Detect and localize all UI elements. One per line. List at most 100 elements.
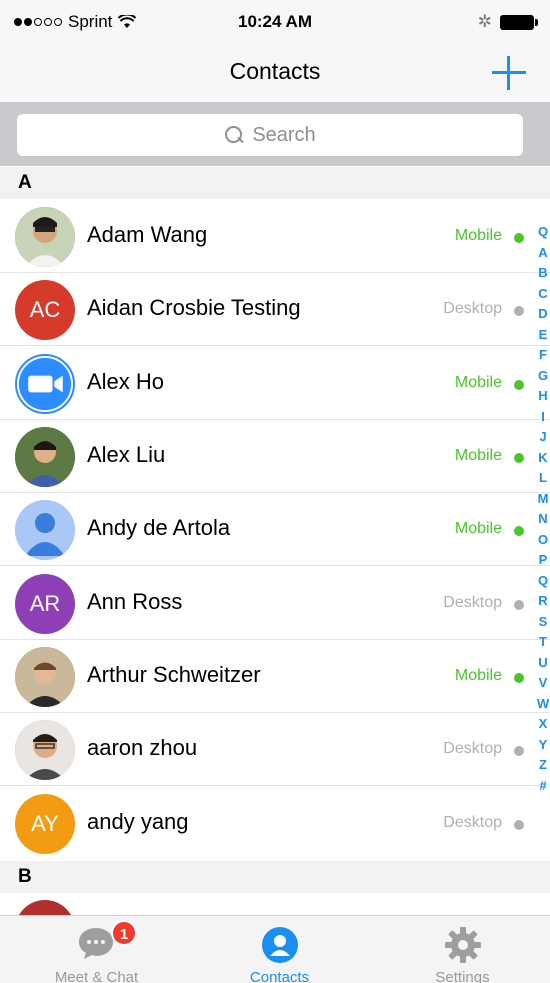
avatar-initials: AC	[29, 297, 61, 322]
section-header-a: A	[0, 167, 550, 199]
zoom-logo-icon	[18, 357, 72, 411]
contact-row-andy-yang[interactable]: AY andy yang Desktop	[0, 787, 550, 860]
tab-label: Meet & Chat	[54, 969, 139, 983]
contact-row-aaron-zhou[interactable]: aaron zhou Desktop	[0, 713, 550, 786]
index-letter[interactable]: #	[539, 776, 546, 797]
presence-dot	[514, 673, 524, 683]
presence-dot	[514, 746, 524, 756]
avatar	[15, 647, 75, 707]
avatar	[15, 720, 75, 780]
index-letter[interactable]: L	[539, 468, 547, 489]
contact-person-icon	[262, 927, 298, 963]
contact-row-adam-wang[interactable]: Adam Wang Mobile	[0, 200, 550, 273]
default-person-icon	[15, 500, 75, 560]
index-search-icon[interactable]: Q	[538, 222, 548, 243]
contact-name: aaron zhou	[87, 735, 198, 760]
contact-row-partial[interactable]	[0, 893, 550, 915]
index-letter[interactable]: G	[538, 366, 548, 387]
avatar	[15, 207, 75, 267]
contact-name: Arthur Schweitzer	[87, 662, 261, 687]
avatar-initials: AR	[29, 591, 61, 616]
index-letter[interactable]: O	[538, 530, 548, 551]
index-letter[interactable]: W	[537, 694, 549, 715]
avatar	[15, 427, 75, 487]
index-letter[interactable]: P	[539, 550, 548, 571]
contact-name: Alex Ho	[87, 369, 165, 394]
tab-contacts[interactable]: Contacts	[188, 916, 371, 983]
index-letter[interactable]: N	[538, 509, 547, 530]
presence-label: Mobile	[454, 667, 502, 684]
index-letter[interactable]: H	[538, 386, 547, 407]
index-letter[interactable]: Q	[538, 571, 548, 592]
contact-row-aidan-crosbie-testing[interactable]: AC Aidan Crosbie Testing Desktop	[0, 273, 550, 346]
avatar	[15, 900, 75, 915]
contact-row-andy-de-artola[interactable]: Andy de Artola Mobile	[0, 493, 550, 566]
avatar: AR	[15, 574, 75, 634]
presence-label: Mobile	[454, 520, 502, 537]
index-letter[interactable]: T	[539, 632, 547, 653]
presence-dot	[514, 453, 524, 463]
index-letter[interactable]: K	[538, 448, 547, 469]
index-letter[interactable]: X	[539, 714, 548, 735]
contact-name: Aidan Crosbie Testing	[87, 295, 301, 320]
index-letter[interactable]: Z	[539, 755, 547, 776]
index-letter[interactable]: A	[538, 243, 547, 264]
index-letter[interactable]: J	[539, 427, 546, 448]
presence-label: Mobile	[454, 447, 502, 464]
bluetooth-icon: ✲	[477, 12, 492, 31]
tab-settings[interactable]: Settings	[371, 916, 550, 983]
contact-name: andy yang	[87, 809, 189, 834]
presence-dot	[514, 306, 524, 316]
tab-label: Contacts	[249, 969, 310, 983]
gear-icon	[445, 927, 481, 963]
presence-dot	[514, 526, 524, 536]
index-letter[interactable]: S	[539, 612, 548, 633]
contact-name: Andy de Artola	[87, 515, 231, 540]
status-time: 10:24 AM	[237, 12, 312, 31]
index-letter[interactable]: E	[539, 325, 548, 346]
add-contact-button[interactable]	[490, 54, 528, 92]
search-input[interactable]: Search	[17, 114, 523, 156]
presence-dot	[514, 233, 524, 243]
search-area: Search	[0, 102, 550, 166]
contact-name: Adam Wang	[87, 222, 208, 247]
avatar	[15, 354, 75, 414]
avatar: AY	[15, 794, 75, 854]
alphabet-index[interactable]: Q A B C D E F G H I J K L M N O P Q R S …	[536, 222, 550, 796]
avatar	[15, 500, 75, 560]
presence-label: Mobile	[454, 227, 502, 244]
index-letter[interactable]: U	[538, 653, 547, 674]
index-letter[interactable]: D	[538, 304, 547, 325]
search-icon	[224, 125, 244, 145]
page-title: Contacts	[229, 58, 321, 84]
notification-badge: 1	[111, 920, 137, 946]
contact-name: Alex Liu	[87, 442, 166, 467]
chat-bubble-icon	[79, 928, 113, 959]
presence-dot	[514, 380, 524, 390]
avatar-initials: AY	[31, 811, 59, 836]
presence-dot	[514, 820, 524, 830]
presence-label: Desktop	[443, 594, 502, 611]
avatar: AC	[15, 280, 75, 340]
index-letter[interactable]: Y	[539, 735, 548, 756]
contact-row-alex-ho[interactable]: Alex Ho Mobile	[0, 347, 550, 420]
presence-label: Desktop	[443, 814, 502, 831]
search-placeholder: Search	[252, 123, 316, 146]
index-letter[interactable]: I	[541, 407, 545, 428]
contact-row-alex-liu[interactable]: Alex Liu Mobile	[0, 420, 550, 493]
section-header-b: B	[0, 861, 550, 893]
presence-label: Desktop	[443, 740, 502, 757]
index-letter[interactable]: M	[538, 489, 549, 510]
index-letter[interactable]: C	[538, 284, 547, 305]
presence-label: Desktop	[443, 300, 502, 317]
index-letter[interactable]: R	[538, 591, 547, 612]
tab-meet-chat[interactable]: 1 Meet & Chat	[5, 916, 188, 983]
tab-bar: 1 Meet & Chat Contacts Settings	[0, 915, 550, 983]
index-letter[interactable]: B	[538, 263, 547, 284]
index-letter[interactable]: F	[539, 345, 547, 366]
status-bar: Sprint 10:24 AM ✲	[0, 0, 550, 46]
contact-row-arthur-schweitzer[interactable]: Arthur Schweitzer Mobile	[0, 640, 550, 713]
contact-row-ann-ross[interactable]: AR Ann Ross Desktop	[0, 567, 550, 640]
tab-label: Settings	[435, 969, 490, 983]
index-letter[interactable]: V	[539, 673, 548, 694]
